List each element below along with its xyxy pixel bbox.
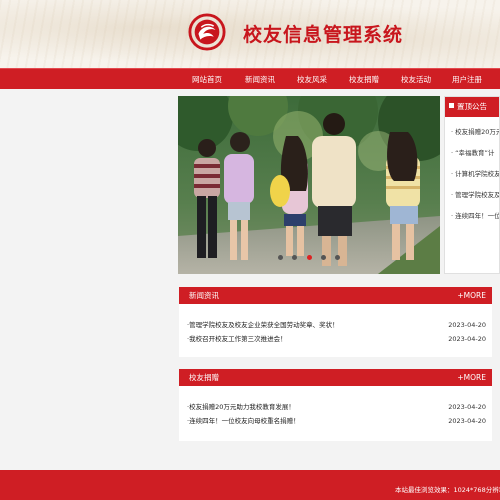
news-section: 新闻资讯 +MORE ·管理学院校友及校友企业荣获全国劳动奖章、奖状！ 2023… (179, 287, 492, 357)
notice-item[interactable]: · 计算机学院校友 (451, 165, 499, 184)
notice-item[interactable]: · 连续四年！一位 (451, 207, 499, 226)
notice-item[interactable]: · “幸福教育”计 (451, 144, 499, 163)
footer-text: 本站最佳浏览效果：1024*768分辨率 (395, 486, 500, 494)
site-footer: 本站最佳浏览效果：1024*768分辨率 (0, 470, 500, 500)
notice-item[interactable]: · 校友捐赠20万元 (451, 123, 499, 142)
news-row[interactable]: ·管理学院校友及校友企业荣获全国劳动奖章、奖状！ 2023-04-20 (179, 318, 492, 332)
news-row-title: ·管理学院校友及校友企业荣获全国劳动奖章、奖状！ (187, 321, 339, 329)
donation-row-title: ·校友捐赠20万元助力我校教育发展！ (187, 403, 295, 411)
notice-header: 置顶公告 (445, 97, 499, 117)
site-header: 校友信息管理系统 (0, 0, 500, 68)
nav-item-alumni-style[interactable]: 校友风采 (287, 69, 337, 90)
news-row[interactable]: ·我校召开校友工作第三次推进会！ 2023-04-20 (179, 332, 492, 346)
news-title: 新闻资讯 (189, 291, 219, 300)
top-notice-panel: 置顶公告 · 校友捐赠20万元 · “幸福教育”计 · 计算机学院校友 · 管理… (444, 96, 500, 274)
slider-dot[interactable] (278, 255, 284, 260)
donation-more-link[interactable]: +MORE (457, 369, 486, 386)
slider-dots (178, 245, 440, 264)
donation-section: 校友捐赠 +MORE ·校友捐赠20万元助力我校教育发展！ 2023-04-20… (179, 369, 492, 441)
image-slider[interactable] (178, 96, 440, 274)
site-title: 校友信息管理系统 (243, 24, 404, 46)
square-bullet-icon (449, 103, 454, 108)
news-header: 新闻资讯 +MORE (179, 287, 492, 304)
news-row-title: ·我校召开校友工作第三次推进会！ (187, 335, 287, 343)
nav-item-register[interactable]: 用户注册 (442, 69, 492, 90)
donation-row-date: 2023-04-20 (448, 403, 486, 411)
donation-row[interactable]: ·连续四年！一位校友向母校重名捐赠！ 2023-04-20 (179, 414, 492, 428)
slider-dot[interactable] (320, 255, 326, 260)
donation-title: 校友捐赠 (189, 373, 219, 382)
slider-dot[interactable] (334, 255, 340, 260)
slider-dot-active[interactable] (306, 255, 312, 260)
nav-item-donation[interactable]: 校友捐赠 (339, 69, 389, 90)
donation-header: 校友捐赠 +MORE (179, 369, 492, 386)
news-row-date: 2023-04-20 (448, 335, 486, 343)
notice-title: 置顶公告 (457, 102, 487, 111)
donation-row-date: 2023-04-20 (448, 417, 486, 425)
red-seal-logo-icon[interactable] (188, 13, 226, 51)
slider-dot[interactable] (292, 255, 298, 260)
nav-item-news[interactable]: 新闻资讯 (235, 69, 285, 90)
donation-row-title: ·连续四年！一位校友向母校重名捐赠！ (187, 417, 300, 425)
donation-row[interactable]: ·校友捐赠20万元助力我校教育发展！ 2023-04-20 (179, 400, 492, 414)
notice-item[interactable]: · 管理学院校友及 (451, 186, 499, 205)
news-more-link[interactable]: +MORE (457, 287, 486, 304)
nav-item-activities[interactable]: 校友活动 (391, 69, 441, 90)
nav-item-home[interactable]: 网站首页 (182, 69, 232, 90)
news-row-date: 2023-04-20 (448, 321, 486, 329)
notice-list: · 校友捐赠20万元 · “幸福教育”计 · 计算机学院校友 · 管理学院校友及… (445, 117, 499, 226)
main-nav: 网站首页 新闻资讯 校友风采 校友捐赠 校友活动 用户注册 (0, 68, 500, 89)
